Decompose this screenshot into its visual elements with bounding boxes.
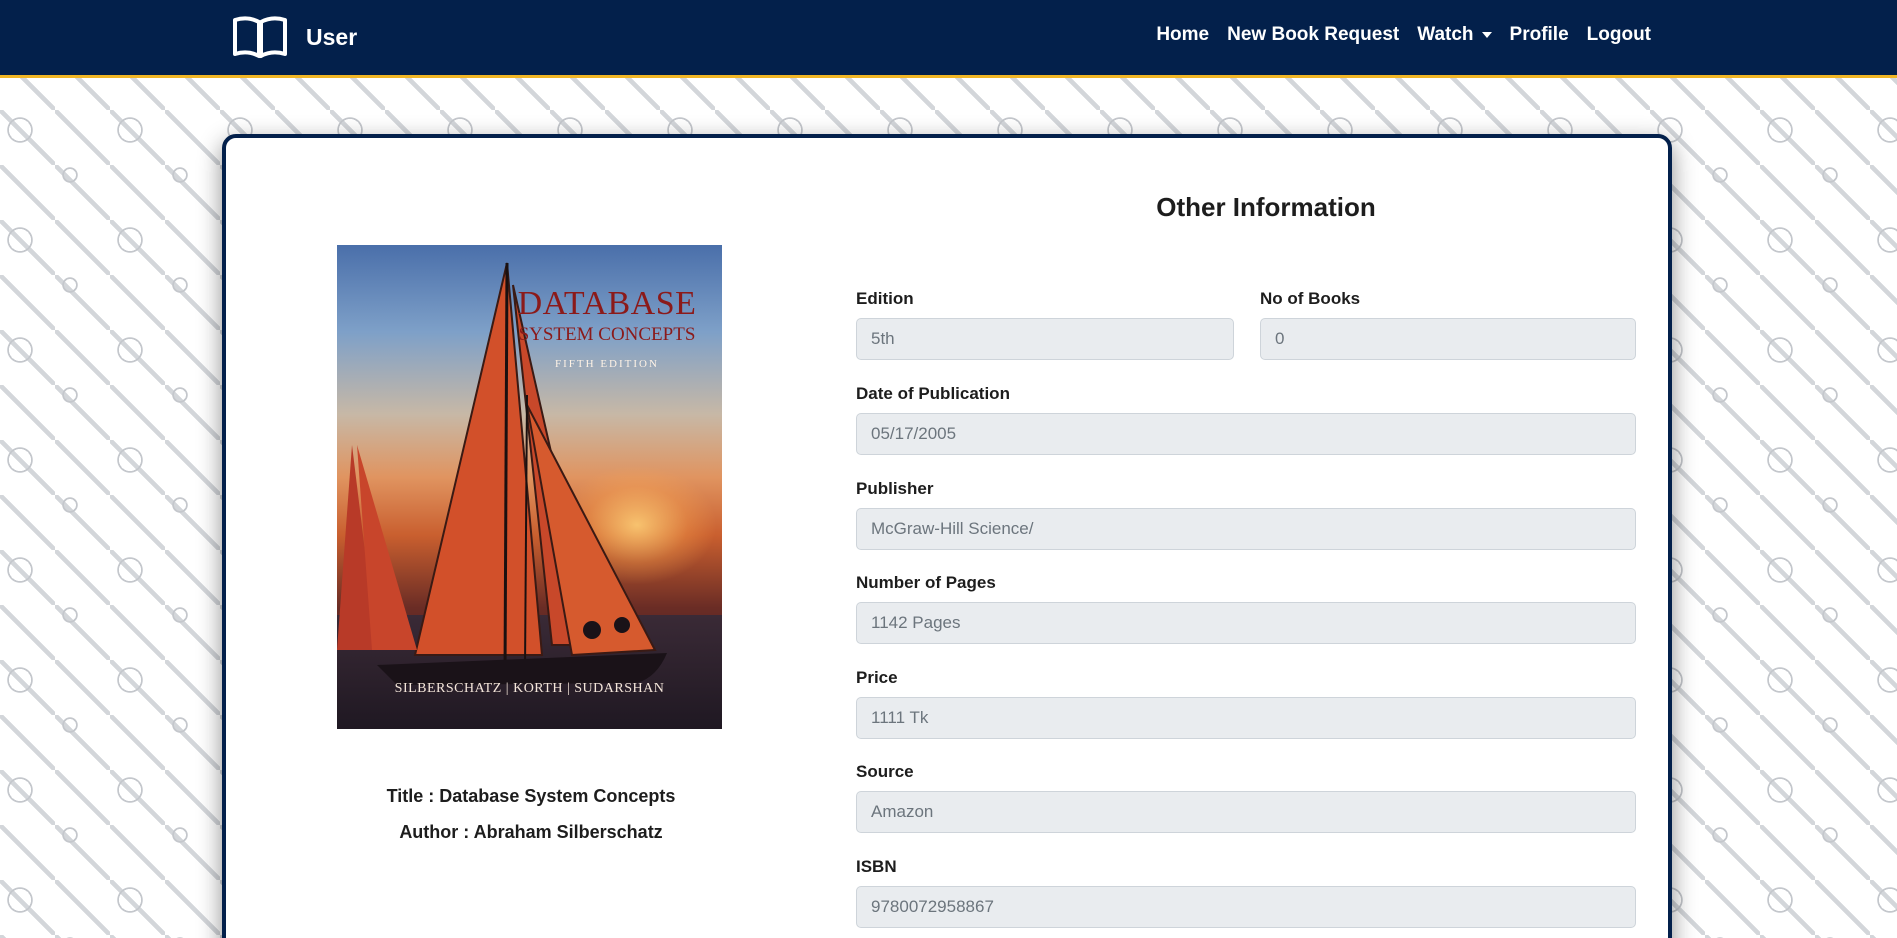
no-of-books-field-group: No of Books <box>1260 289 1636 360</box>
brand-label: User <box>306 23 358 50</box>
nav-new-book-request[interactable]: New Book Request <box>1227 24 1399 46</box>
cover-subtitle: SYSTEM CONCEPTS <box>518 324 696 345</box>
cover-edition: FIFTH EDITION <box>555 358 659 370</box>
publisher-field-group: Publisher <box>856 479 1636 550</box>
date-of-publication-label: Date of Publication <box>856 384 1010 403</box>
price-input[interactable] <box>856 697 1636 739</box>
nav-watch-label: Watch <box>1417 24 1474 45</box>
isbn-field-group: ISBN <box>856 857 1636 928</box>
edition-label: Edition <box>856 289 914 308</box>
nav-links: Home New Book Request Watch Profile Logo… <box>1156 24 1651 46</box>
cover-authors: SILBERSCHATZ | KORTH | SUDARSHAN <box>394 681 665 696</box>
other-information-heading: Other Information <box>1156 192 1376 222</box>
edition-input[interactable] <box>856 318 1234 360</box>
caret-down-icon <box>1481 32 1492 38</box>
number-of-pages-field-group: Number of Pages <box>856 573 1636 644</box>
book-details-card: DATABASE SYSTEM CONCEPTS FIFTH EDITION S… <box>222 134 1672 938</box>
price-field-group: Price <box>856 668 1636 739</box>
number-of-pages-input[interactable] <box>856 602 1636 644</box>
nav-profile[interactable]: Profile <box>1510 24 1569 46</box>
date-of-publication-input[interactable] <box>856 413 1636 455</box>
cover-title: DATABASE <box>517 285 697 322</box>
publisher-input[interactable] <box>856 508 1636 550</box>
isbn-label: ISBN <box>856 857 897 876</box>
no-of-books-label: No of Books <box>1260 289 1361 308</box>
book-cover-image: DATABASE SYSTEM CONCEPTS FIFTH EDITION S… <box>337 245 722 729</box>
date-of-publication-field-group: Date of Publication <box>856 384 1636 455</box>
edition-field-group: Edition <box>856 289 1234 360</box>
brand-link[interactable]: User <box>232 14 357 60</box>
nav-watch-dropdown[interactable]: Watch <box>1417 24 1492 46</box>
open-book-icon <box>233 16 287 58</box>
isbn-input[interactable] <box>856 886 1636 928</box>
source-field-group: Source <box>856 762 1636 833</box>
book-title-line: Title : Database System Concepts <box>386 786 676 806</box>
source-input[interactable] <box>856 791 1636 833</box>
nav-home[interactable]: Home <box>1156 24 1209 46</box>
number-of-pages-label: Number of Pages <box>856 573 996 592</box>
source-label: Source <box>856 762 914 781</box>
publisher-label: Publisher <box>856 479 934 498</box>
no-of-books-input[interactable] <box>1260 318 1636 360</box>
price-label: Price <box>856 668 898 687</box>
top-navbar: User Home New Book Request Watch Profile… <box>0 0 1897 78</box>
book-author-line: Author : Abraham Silberschatz <box>399 822 663 842</box>
nav-logout[interactable]: Logout <box>1587 24 1651 46</box>
